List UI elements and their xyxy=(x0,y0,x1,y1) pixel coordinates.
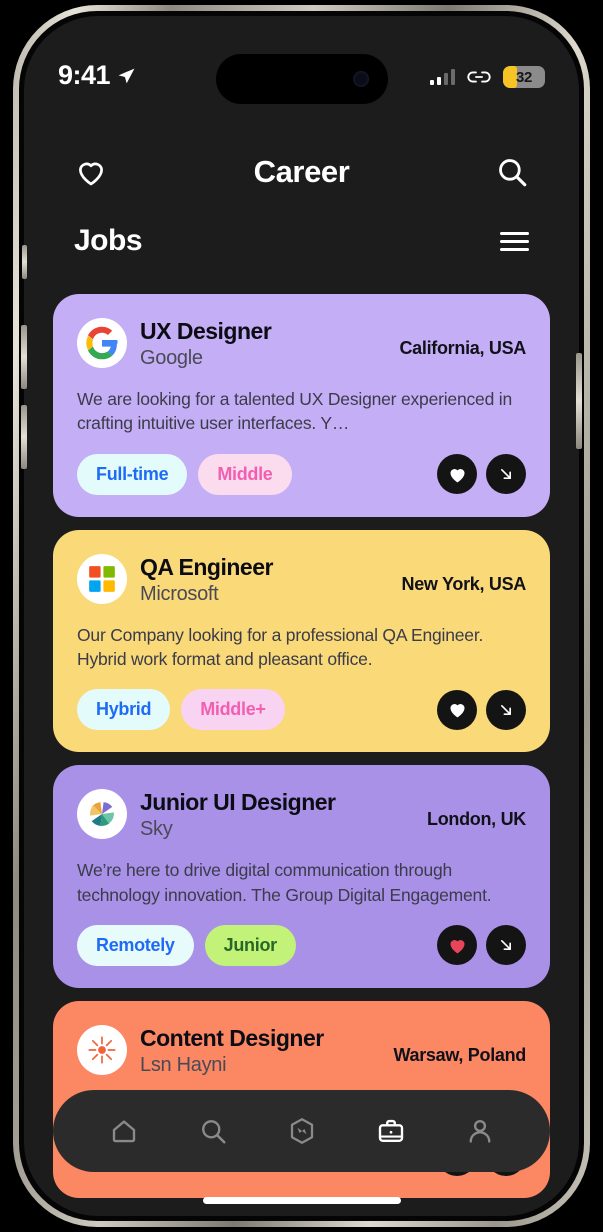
job-location: California, USA xyxy=(399,338,526,358)
job-description: We’re here to drive digital communicatio… xyxy=(77,860,492,905)
arrow-down-right-icon[interactable] xyxy=(496,700,516,720)
job-card-actions xyxy=(437,689,526,730)
section-header: Jobs xyxy=(24,224,579,258)
job-title: QA Engineer xyxy=(140,553,273,580)
company-logo xyxy=(77,789,127,840)
job-title: Content Designer xyxy=(140,1024,324,1051)
battery-indicator: 32 xyxy=(503,66,545,88)
phone-screen: UX Designer Google California, USA We ar… xyxy=(24,16,579,1216)
job-tag[interactable]: Middle+ xyxy=(181,689,285,731)
favorite-button[interactable] xyxy=(437,689,477,730)
job-card-header: Junior UI Designer Sky London, UK xyxy=(77,789,526,841)
heart-outline-icon[interactable] xyxy=(74,155,108,189)
job-card-footer: Full-time Middle xyxy=(77,453,526,495)
job-card-header: UX Designer Google California, USA xyxy=(77,318,526,370)
job-description: We are looking for a talented UX Designe… xyxy=(77,389,512,434)
section-title: Jobs xyxy=(74,224,143,257)
job-location: London, UK xyxy=(427,809,526,830)
job-card-titles: UX Designer Google xyxy=(140,318,399,370)
open-job-button[interactable] xyxy=(486,689,526,730)
job-card-footer: Hybrid Middle+ xyxy=(77,689,526,731)
status-bar-right: 32 xyxy=(429,66,545,88)
job-card[interactable]: Junior UI Designer Sky London, UK We’re … xyxy=(53,765,550,988)
link-chain-icon xyxy=(467,71,491,83)
job-tag[interactable]: Junior xyxy=(204,924,296,966)
job-title: Junior UI Designer xyxy=(140,789,336,816)
job-card-actions xyxy=(437,454,526,495)
job-description: Our Company looking for a professional Q… xyxy=(77,624,484,670)
job-card-titles: QA Engineer Microsoft xyxy=(140,554,402,606)
company-name: Sky xyxy=(140,818,173,841)
company-name: Lsn Hayni xyxy=(140,1054,227,1077)
heart-filled-icon[interactable] xyxy=(447,935,468,956)
cellular-signal-icon xyxy=(429,69,455,85)
phone-frame: UX Designer Google California, USA We ar… xyxy=(13,5,590,1227)
company-logo xyxy=(77,318,127,368)
search-icon[interactable] xyxy=(495,155,529,189)
location-arrow-icon xyxy=(118,68,135,84)
front-camera-lens xyxy=(352,71,369,87)
job-location: Warsaw, Poland xyxy=(393,1044,527,1065)
job-tags: Hybrid Middle+ xyxy=(77,689,437,731)
company-name: Google xyxy=(140,347,203,370)
job-tag[interactable]: Hybrid xyxy=(77,689,171,731)
arrow-down-right-icon[interactable] xyxy=(496,464,516,484)
home-indicator xyxy=(202,1197,401,1204)
job-card[interactable]: QA Engineer Microsoft New York, USA Our … xyxy=(53,529,550,753)
volume-up-button[interactable] xyxy=(21,325,27,389)
phone-frame-inner: UX Designer Google California, USA We ar… xyxy=(19,11,584,1221)
job-card[interactable]: UX Designer Google California, USA We ar… xyxy=(53,294,550,517)
app-header: Career xyxy=(24,141,579,203)
google-logo xyxy=(86,326,118,360)
job-card-titles: Junior UI Designer Sky xyxy=(140,789,427,841)
nav-item-person[interactable] xyxy=(458,1109,502,1153)
nav-item-home[interactable] xyxy=(102,1109,146,1153)
mute-switch[interactable] xyxy=(22,245,27,279)
sun-burst-logo xyxy=(88,1036,116,1064)
company-name: Microsoft xyxy=(140,582,219,605)
microsoft-logo xyxy=(89,565,115,592)
heart-filled-icon[interactable] xyxy=(447,464,468,485)
job-title: UX Designer xyxy=(140,318,272,344)
job-tag[interactable]: Full-time xyxy=(77,453,188,495)
dynamic-island xyxy=(215,54,388,104)
heart-filled-icon[interactable] xyxy=(447,699,468,720)
page-title: Career xyxy=(253,154,350,189)
favorite-button[interactable] xyxy=(437,454,477,495)
arrow-down-right-icon[interactable] xyxy=(496,935,516,955)
open-job-button[interactable] xyxy=(486,925,526,966)
open-job-button[interactable] xyxy=(486,454,526,495)
job-card-actions xyxy=(437,925,526,966)
power-button[interactable] xyxy=(576,353,582,449)
job-tags: Full-time Middle xyxy=(77,453,437,495)
nav-item-search[interactable] xyxy=(191,1109,235,1153)
job-card-titles: Content Designer Lsn Hayni xyxy=(140,1025,394,1077)
job-location: New York, USA xyxy=(401,573,527,594)
favorite-button[interactable] xyxy=(437,925,477,966)
sky-logo xyxy=(90,802,114,827)
company-logo xyxy=(77,553,127,604)
job-tags: Remotely Junior xyxy=(77,924,437,966)
nav-item-hexagon-compass[interactable] xyxy=(280,1109,324,1153)
hamburger-menu-icon[interactable] xyxy=(500,231,529,251)
battery-percent-label: 32 xyxy=(515,68,533,86)
job-card-header: QA Engineer Microsoft New York, USA xyxy=(77,553,527,606)
company-logo xyxy=(77,1024,127,1075)
status-bar-left: 9:41 xyxy=(58,60,136,91)
job-tag[interactable]: Middle xyxy=(198,453,292,495)
volume-down-button[interactable] xyxy=(21,405,27,469)
job-cards-list[interactable]: UX Designer Google California, USA We ar… xyxy=(24,294,579,1216)
job-card-footer: Remotely Junior xyxy=(77,924,526,966)
status-clock: 9:41 xyxy=(58,60,111,90)
job-tag[interactable]: Remotely xyxy=(77,924,194,966)
job-card-header: Content Designer Lsn Hayni Warsaw, Polan… xyxy=(77,1024,527,1077)
bottom-navigation-bar[interactable] xyxy=(53,1090,550,1172)
nav-item-briefcase[interactable] xyxy=(369,1109,413,1153)
